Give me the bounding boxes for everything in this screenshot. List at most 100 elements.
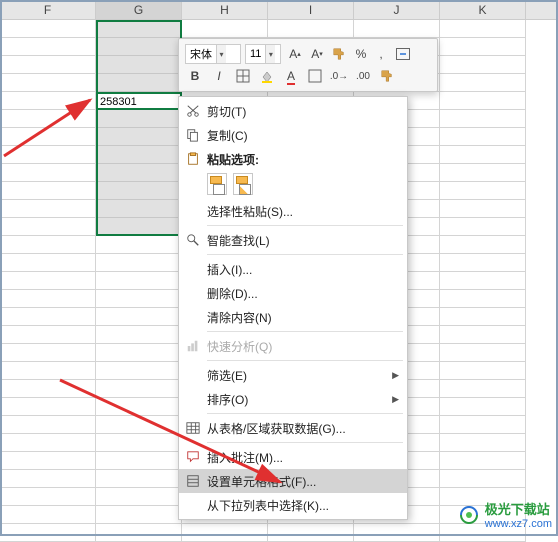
cell[interactable] bbox=[0, 128, 96, 146]
decimal-dec-icon[interactable]: .00 bbox=[353, 66, 373, 86]
col-header-G[interactable]: G bbox=[96, 0, 182, 19]
cell[interactable] bbox=[182, 524, 268, 542]
cell[interactable] bbox=[440, 164, 526, 182]
cell[interactable] bbox=[0, 452, 96, 470]
cell[interactable] bbox=[0, 164, 96, 182]
menu-format-cells[interactable]: 设置单元格格式(F)... bbox=[179, 469, 407, 493]
cell[interactable] bbox=[96, 416, 182, 434]
cell[interactable] bbox=[96, 182, 182, 200]
cell[interactable] bbox=[440, 20, 526, 38]
cell[interactable] bbox=[96, 524, 182, 542]
cell[interactable] bbox=[96, 254, 182, 272]
cell[interactable] bbox=[440, 110, 526, 128]
menu-insert-comment[interactable]: 插入批注(M)... bbox=[179, 445, 407, 469]
cell[interactable] bbox=[440, 416, 526, 434]
menu-copy[interactable]: 复制(C) bbox=[179, 123, 407, 147]
menu-delete[interactable]: 删除(D)... bbox=[179, 281, 407, 305]
cell[interactable] bbox=[96, 380, 182, 398]
cell[interactable] bbox=[96, 236, 182, 254]
cell[interactable] bbox=[440, 326, 526, 344]
format-painter-icon[interactable] bbox=[329, 44, 349, 64]
cell[interactable] bbox=[0, 20, 96, 38]
cell[interactable] bbox=[96, 56, 182, 74]
cell[interactable] bbox=[354, 20, 440, 38]
cell[interactable] bbox=[440, 254, 526, 272]
decimal-inc-icon[interactable]: .0→ bbox=[329, 66, 349, 86]
cell[interactable] bbox=[0, 200, 96, 218]
menu-paste-special[interactable]: 选择性粘贴(S)... bbox=[179, 199, 407, 223]
cell[interactable] bbox=[0, 326, 96, 344]
menu-smart-lookup[interactable]: 智能查找(L) bbox=[179, 228, 407, 252]
cell[interactable] bbox=[96, 434, 182, 452]
cell[interactable] bbox=[440, 290, 526, 308]
font-color-icon[interactable]: A bbox=[281, 66, 301, 86]
cell[interactable] bbox=[440, 182, 526, 200]
cell[interactable] bbox=[440, 92, 526, 110]
cell[interactable] bbox=[0, 272, 96, 290]
cell[interactable] bbox=[0, 56, 96, 74]
cell[interactable] bbox=[0, 110, 96, 128]
active-cell[interactable]: 258301 bbox=[96, 92, 182, 110]
cell[interactable] bbox=[96, 128, 182, 146]
cell[interactable] bbox=[440, 308, 526, 326]
col-header-F[interactable]: F bbox=[0, 0, 96, 19]
italic-button[interactable]: I bbox=[209, 66, 229, 86]
cell[interactable] bbox=[182, 20, 268, 38]
cell[interactable] bbox=[96, 74, 182, 92]
cell[interactable] bbox=[0, 344, 96, 362]
cell[interactable] bbox=[96, 398, 182, 416]
menu-insert[interactable]: 插入(I)... bbox=[179, 257, 407, 281]
cell[interactable] bbox=[0, 92, 96, 110]
cell[interactable] bbox=[0, 488, 96, 506]
cell[interactable] bbox=[440, 434, 526, 452]
cell[interactable] bbox=[440, 200, 526, 218]
cell[interactable] bbox=[440, 272, 526, 290]
cell[interactable] bbox=[96, 326, 182, 344]
col-header-H[interactable]: H bbox=[182, 0, 268, 19]
format-painter-2-icon[interactable] bbox=[377, 66, 397, 86]
col-header-K[interactable]: K bbox=[440, 0, 526, 19]
cell[interactable] bbox=[440, 146, 526, 164]
cell[interactable] bbox=[96, 308, 182, 326]
cell[interactable] bbox=[440, 398, 526, 416]
cell[interactable] bbox=[96, 38, 182, 56]
cell[interactable] bbox=[96, 218, 182, 236]
cell[interactable] bbox=[96, 470, 182, 488]
cell[interactable] bbox=[0, 380, 96, 398]
cell[interactable] bbox=[0, 182, 96, 200]
chevron-down-icon[interactable]: ▾ bbox=[216, 45, 226, 63]
cell[interactable] bbox=[0, 146, 96, 164]
cell[interactable] bbox=[440, 236, 526, 254]
cell[interactable] bbox=[96, 164, 182, 182]
cell[interactable] bbox=[96, 506, 182, 524]
comma-icon[interactable]: , bbox=[373, 44, 389, 64]
cell[interactable] bbox=[96, 20, 182, 38]
cell[interactable] bbox=[0, 416, 96, 434]
menu-cut[interactable]: 剪切(T) bbox=[179, 99, 407, 123]
cell[interactable] bbox=[0, 506, 96, 524]
menu-clear[interactable]: 清除内容(N) bbox=[179, 305, 407, 329]
cell[interactable] bbox=[96, 146, 182, 164]
cell[interactable] bbox=[0, 434, 96, 452]
cell[interactable] bbox=[440, 452, 526, 470]
col-header-I[interactable]: I bbox=[268, 0, 354, 19]
menu-filter[interactable]: 筛选(E) ▶ bbox=[179, 363, 407, 387]
chevron-down-icon[interactable]: ▾ bbox=[265, 45, 275, 63]
cell[interactable] bbox=[0, 524, 96, 542]
menu-get-data[interactable]: 从表格/区域获取数据(G)... bbox=[179, 416, 407, 440]
percent-icon[interactable]: % bbox=[353, 44, 369, 64]
cell[interactable] bbox=[268, 524, 354, 542]
cell[interactable] bbox=[268, 20, 354, 38]
bold-button[interactable]: B bbox=[185, 66, 205, 86]
paste-option-special[interactable] bbox=[233, 173, 253, 195]
cell[interactable] bbox=[354, 524, 440, 542]
decrease-font-icon[interactable]: A▾ bbox=[309, 44, 325, 64]
col-header-J[interactable]: J bbox=[354, 0, 440, 19]
fill-color-icon[interactable] bbox=[257, 66, 277, 86]
font-name-combo[interactable]: 宋体 ▾ bbox=[185, 44, 241, 64]
cell[interactable] bbox=[96, 110, 182, 128]
cell[interactable] bbox=[96, 290, 182, 308]
cell[interactable] bbox=[0, 74, 96, 92]
border-dropdown-icon[interactable] bbox=[305, 66, 325, 86]
cell[interactable] bbox=[96, 362, 182, 380]
